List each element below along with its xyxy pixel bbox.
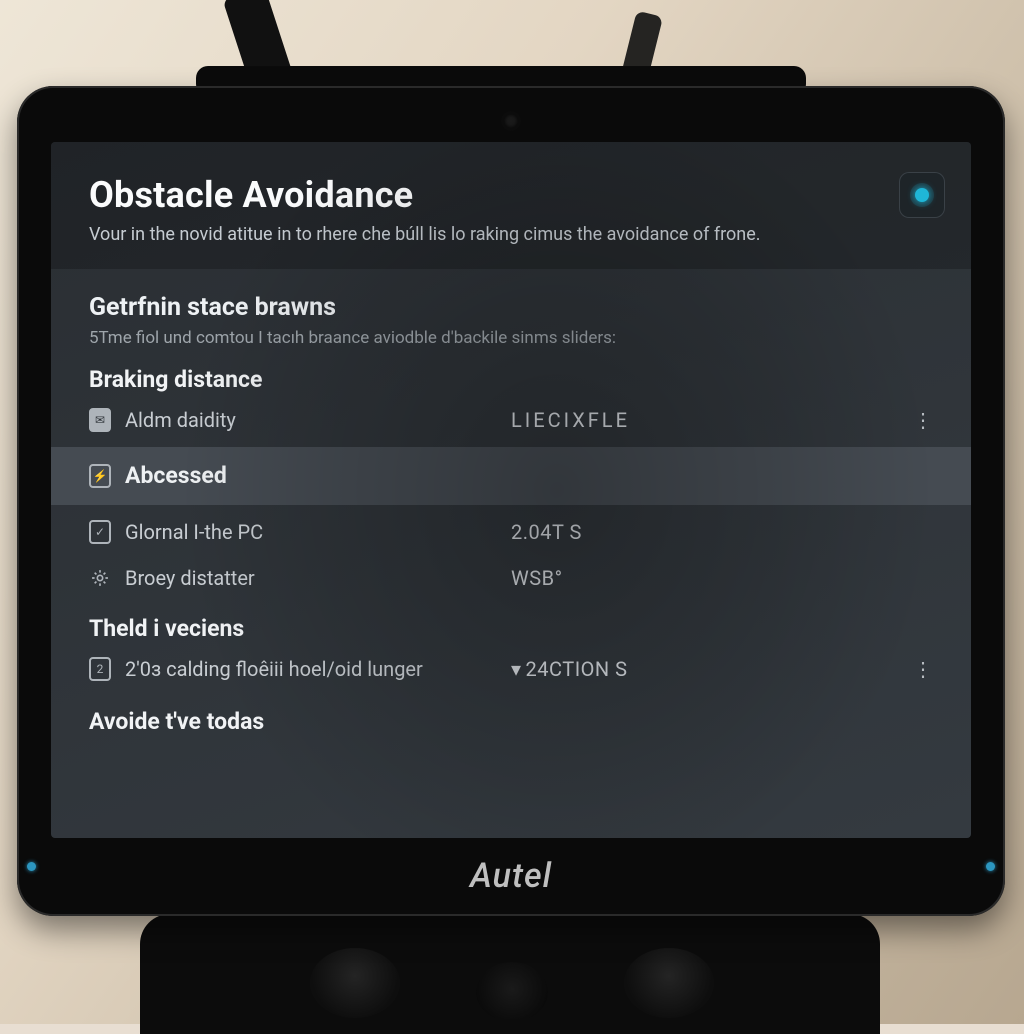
section-title: Getrfnin stace brawns [89, 293, 933, 322]
tablet-device: Obstacle Avoidance Vour in the novid ati… [17, 86, 1005, 916]
page-title: Obstacle Avoidance [89, 174, 933, 216]
num2-icon: 2 [89, 658, 111, 680]
row-value: 2.04T S [511, 520, 582, 544]
obstacle-avoidance-toggle[interactable] [899, 172, 945, 218]
bolt-icon: ⚡ [89, 465, 111, 487]
settings-body: Getrfnin stace brawns 5Tme fiol und comt… [51, 269, 971, 735]
row-broey-distatter[interactable]: Broey distatter WSB° [89, 555, 933, 601]
braking-distance-title: Braking distance [89, 366, 933, 393]
theld-title: Theld i veciens [89, 615, 933, 642]
dpad [476, 962, 548, 1022]
check-icon: ✓ [89, 521, 111, 543]
row-label: Abcessed [125, 462, 933, 489]
gear-icon [89, 567, 111, 589]
row-value: WSB° [511, 566, 563, 590]
device-brand: Autel [17, 856, 1005, 896]
row-abcessed[interactable]: ⚡ Abcessed [51, 447, 971, 505]
joystick-right [624, 948, 714, 1018]
row-aldm-daidity[interactable]: ✉ Aldm daidity LIECIXFLE ⋮ [89, 397, 933, 443]
screen: Obstacle Avoidance Vour in the novid ati… [51, 142, 971, 838]
front-camera [504, 114, 518, 128]
more-icon[interactable]: ⋮ [913, 657, 933, 681]
row-value: ▾24CTION S [511, 657, 628, 681]
toggle-indicator-icon [915, 188, 929, 202]
settings-header: Obstacle Avoidance Vour in the novid ati… [51, 142, 971, 269]
page-subtitle: Vour in the novid atitue in to rhere che… [89, 224, 869, 247]
section-desc: 5Tme fiol und comtou I tacıh braance avi… [89, 328, 933, 348]
row-calding[interactable]: 2 2'0з calding floêiii hoel/oid lunger ▾… [89, 646, 933, 692]
row-glornal-pc[interactable]: ✓ Glornal I-the PC 2.04T S [89, 509, 933, 555]
row-value: LIECIXFLE [511, 408, 630, 432]
more-icon[interactable]: ⋮ [913, 408, 933, 432]
joystick-left [310, 948, 400, 1018]
mail-icon: ✉ [89, 409, 111, 431]
chevron-down-icon: ▾ [511, 657, 522, 681]
avoide-title: Avoide t've todas [89, 708, 933, 735]
